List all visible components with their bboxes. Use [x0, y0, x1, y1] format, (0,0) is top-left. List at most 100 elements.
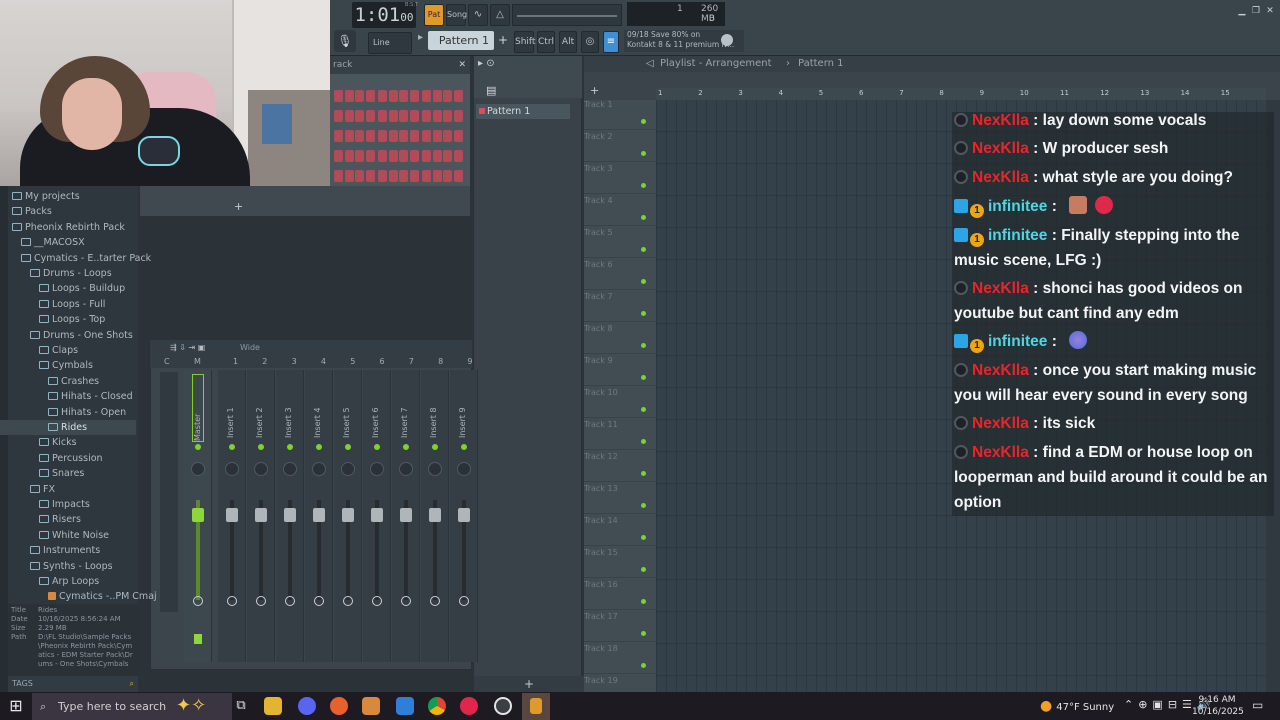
song-mode-button[interactable]: Song	[446, 4, 467, 26]
windows-start-icon[interactable]: ⊞	[6, 696, 26, 716]
track-mute-led[interactable]	[641, 247, 646, 252]
volume-fader-handle[interactable]	[255, 508, 267, 522]
step-button[interactable]	[344, 110, 354, 122]
track-header[interactable]: Track 15	[584, 546, 656, 578]
mixer-strip[interactable]: Insert 5	[334, 370, 362, 662]
tags-bar[interactable]: TAGS ⌕	[8, 676, 138, 692]
pan-knob[interactable]	[399, 462, 413, 476]
step-button[interactable]	[355, 170, 364, 182]
step-button[interactable]	[344, 170, 354, 182]
ctrl-key-button[interactable]: Ctrl	[537, 31, 555, 53]
step-button[interactable]	[365, 90, 375, 102]
recording-icon[interactable]: ◎	[581, 31, 599, 53]
restore-icon[interactable]: ❐	[1250, 5, 1262, 17]
step-button[interactable]	[409, 150, 419, 162]
track-header[interactable]: Track 5	[584, 226, 656, 258]
step-button[interactable]	[344, 90, 354, 102]
track-mute-led[interactable]	[641, 503, 646, 508]
step-button[interactable]	[409, 170, 419, 182]
browser-item[interactable]: Loops - Top	[0, 312, 136, 327]
step-button[interactable]	[432, 150, 442, 162]
step-button[interactable]	[399, 150, 408, 162]
mixer-header[interactable]: ⇶ ⇩ ⇥ ▣ Wide	[150, 340, 472, 356]
pan-knob[interactable]	[191, 462, 205, 476]
browser-item[interactable]: Rides	[0, 420, 136, 435]
mixer-strip[interactable]: Insert 3	[276, 370, 304, 662]
step-button[interactable]	[378, 90, 387, 102]
mixer-strip[interactable]: Master	[184, 370, 212, 662]
browser-item[interactable]: Instruments	[0, 543, 136, 558]
fl-studio-alt-icon[interactable]	[362, 697, 380, 715]
pan-knob[interactable]	[370, 462, 384, 476]
route-icon[interactable]	[401, 596, 411, 606]
vscode-icon[interactable]	[396, 697, 414, 715]
step-button[interactable]	[422, 110, 431, 122]
track-mute-led[interactable]	[641, 631, 646, 636]
mixer-preset[interactable]: Wide	[240, 340, 260, 356]
step-button[interactable]	[422, 90, 431, 102]
track-mute-led[interactable]	[641, 407, 646, 412]
step-button[interactable]	[365, 150, 375, 162]
browser-item[interactable]: Cymatics -..PM Cmaj	[0, 589, 157, 604]
step-button[interactable]	[432, 170, 442, 182]
route-icon[interactable]	[227, 596, 237, 606]
channel-rack-close-icon[interactable]: ✕	[458, 56, 466, 74]
master-output-arrow-icon[interactable]	[194, 634, 202, 644]
step-button[interactable]	[388, 170, 398, 182]
browser-item[interactable]: Packs	[0, 204, 136, 219]
step-button[interactable]	[432, 90, 442, 102]
minimize-icon[interactable]: ▁	[1236, 5, 1248, 17]
track-header[interactable]: Track 12	[584, 450, 656, 482]
step-button[interactable]	[443, 130, 452, 142]
volume-fader-handle[interactable]	[284, 508, 296, 522]
track-mute-led[interactable]	[641, 535, 646, 540]
search-icon[interactable]: ⌕	[130, 676, 134, 692]
track-header[interactable]: Track 4	[584, 194, 656, 226]
mixer-strip-led[interactable]	[374, 444, 380, 450]
browser-item[interactable]: Drums - Loops	[0, 266, 136, 281]
clock[interactable]: 9:16 AM 10/16/2025	[1192, 694, 1244, 718]
channel-rack-header[interactable]: rack ✕	[330, 56, 470, 74]
track-header[interactable]: Track 6	[584, 258, 656, 290]
track-header[interactable]: Track 8	[584, 322, 656, 354]
track-header[interactable]: Track 13	[584, 482, 656, 514]
mixer-strip-led[interactable]	[287, 444, 293, 450]
route-icon[interactable]	[314, 596, 324, 606]
browser-item[interactable]: Risers	[0, 512, 136, 527]
track-header[interactable]: Track 18	[584, 642, 656, 674]
browser-item[interactable]: Drums - One Shots	[0, 328, 136, 343]
track-mute-led[interactable]	[641, 311, 646, 316]
step-button[interactable]	[388, 150, 398, 162]
chrome-icon[interactable]	[428, 697, 446, 715]
step-button[interactable]	[334, 110, 343, 122]
route-icon[interactable]	[256, 596, 266, 606]
mixer-strip-led[interactable]	[195, 444, 201, 450]
add-channel-icon[interactable]: +	[234, 200, 243, 213]
track-header[interactable]: Track 7	[584, 290, 656, 322]
step-button[interactable]	[399, 170, 408, 182]
track-mute-led[interactable]	[641, 279, 646, 284]
browser-item[interactable]: Synths - Loops	[0, 559, 136, 574]
browser-item[interactable]: Crashes	[0, 374, 136, 389]
metronome-icon[interactable]: △	[490, 4, 510, 26]
browser-item[interactable]: Kicks	[0, 435, 136, 450]
step-button[interactable]	[355, 110, 364, 122]
volume-fader-handle[interactable]	[342, 508, 354, 522]
step-button[interactable]	[388, 110, 398, 122]
discord-icon[interactable]	[298, 697, 316, 715]
step-button[interactable]	[422, 130, 431, 142]
mixer-strip-led[interactable]	[461, 444, 467, 450]
step-button[interactable]	[409, 130, 419, 142]
mixer-strip-led[interactable]	[229, 444, 235, 450]
news-icon[interactable]: ≡	[603, 31, 619, 53]
pan-knob[interactable]	[457, 462, 471, 476]
obs-icon[interactable]	[494, 697, 512, 715]
step-button[interactable]	[365, 130, 375, 142]
route-icon[interactable]	[459, 596, 469, 606]
track-header[interactable]: Track 16	[584, 578, 656, 610]
mixer-strip[interactable]: Insert 7	[392, 370, 420, 662]
step-button[interactable]	[365, 110, 375, 122]
notifications-icon[interactable]: ▭	[1252, 698, 1263, 712]
snap-select[interactable]: Line	[368, 32, 412, 54]
mixer-strip-led[interactable]	[432, 444, 438, 450]
